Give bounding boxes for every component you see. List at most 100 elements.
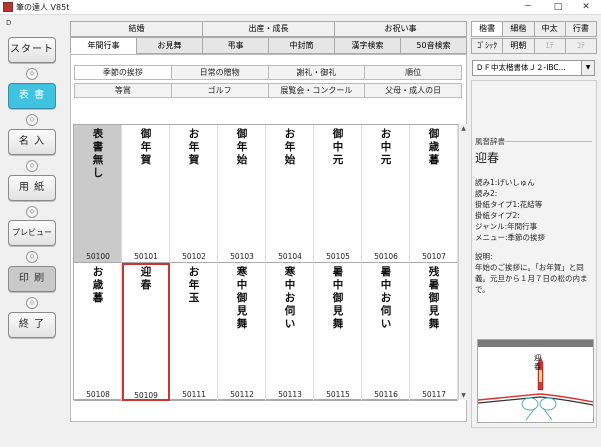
card-item[interactable]: 御 年 始 50103	[218, 125, 266, 263]
info-reading-2: 読み2:	[475, 189, 498, 198]
dictionary-panel: 風習辞書 迎春 読み1:げいしゅん 読み2: 掛紙タイプ1:花結等 掛紙タイプ2…	[471, 80, 597, 428]
info-type-1: 掛紙タイプ1:花結等	[475, 200, 543, 209]
noshi-preview: 迎 春	[477, 339, 594, 423]
divider	[500, 141, 592, 142]
card-label: お 年 賀	[188, 128, 200, 166]
font-style-tabs-2: ｺﾞｼｯｸ 明朝 ｴﾃ ｺﾃ	[471, 38, 597, 54]
filter-row-1: 季節の挨拶 日常の贈物 謝礼・御礼 順位	[74, 65, 462, 80]
card-label: 暑 中 御 見 舞	[332, 266, 344, 330]
card-code: 50107	[422, 252, 446, 261]
left-marker: D	[6, 19, 12, 27]
card-item[interactable]: 御 中 元 50105	[314, 125, 362, 263]
chip-exhibition[interactable]: 展覧会・コンクール	[267, 83, 365, 98]
card-item-selected[interactable]: 迎 春 50109	[122, 263, 170, 401]
card-item[interactable]: 御 歳 暮 50107	[410, 125, 458, 263]
card-code: 50103	[230, 252, 254, 261]
filter-row-2: 等賞 ゴルフ 展覧会・コンクール 父母・成人の日	[74, 83, 462, 98]
preview-text: 迎 春	[534, 354, 541, 371]
maximize-button[interactable]: □	[544, 0, 572, 15]
card-code: 50101	[134, 252, 158, 261]
name-entry-button[interactable]: 名 入	[8, 129, 56, 155]
card-item[interactable]: 暑 中 御 見 舞 50115	[314, 263, 362, 401]
chip-golf[interactable]: ゴルフ	[170, 83, 268, 98]
tab-omimai[interactable]: お見舞	[136, 37, 202, 54]
category-tab[interactable]: 出産・成長	[202, 21, 334, 37]
card-code: 50116	[374, 390, 398, 399]
omotegaki-button[interactable]: 表 書	[8, 83, 56, 109]
dictionary-info: 読み1:げいしゅん 読み2: 掛紙タイプ1:花結等 掛紙タイプ2: ジャンル:年…	[475, 177, 595, 243]
mizuhiki-icon	[478, 356, 593, 421]
card-label: お 年 玉	[188, 266, 200, 304]
tab-gothic[interactable]: ｺﾞｼｯｸ	[471, 38, 503, 54]
tab-inner-envelope[interactable]: 中封筒	[268, 37, 334, 54]
category-tabs: 結婚 出産・成長 お祝い事	[70, 21, 467, 37]
scroll-down-icon[interactable]: ▼	[459, 391, 468, 400]
card-item[interactable]: お 年 玉 50111	[170, 263, 218, 401]
card-label: 暑 中 お 伺 い	[380, 266, 392, 330]
tab-kanji-search[interactable]: 漢字検索	[334, 37, 400, 54]
chip-thanks[interactable]: 謝礼・御礼	[267, 65, 365, 80]
down-arrow-icon: ◇	[26, 206, 38, 218]
close-button[interactable]: ✕	[572, 0, 600, 15]
minimize-button[interactable]: －	[514, 0, 542, 15]
card-label: お 年 始	[284, 128, 296, 166]
exit-button[interactable]: 終 了	[8, 312, 56, 338]
explanation-text: 年始のご挨拶に。「お年賀」と同義。元旦から１月７日の松の内まで。	[475, 263, 588, 294]
info-reading-1: 読み1:げいしゅん	[475, 178, 535, 187]
tab-saikai[interactable]: 細楷	[502, 21, 534, 37]
card-label: 御 年 始	[236, 128, 248, 166]
card-code: 50105	[326, 252, 350, 261]
category-tab[interactable]: お祝い事	[334, 21, 467, 37]
card-item[interactable]: お 歳 暮 50108	[74, 263, 122, 401]
start-button[interactable]: スタート	[8, 37, 56, 63]
card-item[interactable]: 暑 中 お 伺 い 50116	[362, 263, 410, 401]
down-arrow-icon: ◇	[26, 251, 38, 263]
chip-prize[interactable]: 等賞	[74, 83, 171, 98]
vertical-scrollbar[interactable]: ▲ ▼	[458, 124, 467, 400]
card-item[interactable]: 残 暑 御 見 舞 50117	[410, 263, 458, 401]
card-code: 50100	[86, 252, 110, 261]
card-item[interactable]: 寒 中 御 見 舞 50112	[218, 263, 266, 401]
font-select[interactable]: ＤＦ中太楷書体Ｊ２-IBC... ▼	[472, 60, 595, 76]
tab-disabled-2: ｺﾃ	[564, 38, 597, 54]
tab-kaisho[interactable]: 楷書	[471, 21, 503, 37]
dictionary-word: 迎春	[475, 151, 500, 165]
right-panel: 楷書 細楷 中太 行書 ｺﾞｼｯｸ 明朝 ｴﾃ ｺﾃ ＤＦ中太楷書体Ｊ２-IBC…	[471, 18, 597, 428]
card-grid: 表 書 無 し 50100 御 年 賀 50101 お 年 賀 50102 御 …	[73, 124, 459, 401]
chevron-down-icon[interactable]: ▼	[581, 61, 594, 75]
tab-kana-search[interactable]: 50音検索	[400, 37, 467, 54]
tab-gyosho[interactable]: 行書	[564, 21, 597, 37]
status-area	[70, 424, 467, 443]
info-type-2: 掛紙タイプ2:	[475, 211, 520, 220]
tab-disabled-1: ｴﾃ	[533, 38, 565, 54]
tab-condolence[interactable]: 弔事	[202, 37, 268, 54]
paper-button[interactable]: 用 紙	[8, 175, 56, 201]
card-code: 50108	[86, 390, 110, 399]
scroll-up-icon[interactable]: ▲	[459, 124, 468, 133]
category-tab[interactable]: 結婚	[70, 21, 202, 37]
tab-mincho[interactable]: 明朝	[502, 38, 534, 54]
chip-daily-gift[interactable]: 日常の贈物	[170, 65, 268, 80]
chip-seasonal-greeting[interactable]: 季節の挨拶	[74, 65, 171, 80]
card-item[interactable]: お 中 元 50106	[362, 125, 410, 263]
font-select-value: ＤＦ中太楷書体Ｊ２-IBC...	[476, 63, 566, 72]
preview-button[interactable]: プレビュー	[8, 220, 56, 246]
card-item[interactable]: 寒 中 お 伺 い 50113	[266, 263, 314, 401]
card-item[interactable]: お 年 賀 50102	[170, 125, 218, 263]
tab-chubuto[interactable]: 中太	[533, 21, 565, 37]
app-icon	[3, 2, 13, 12]
card-label: 残 暑 御 見 舞	[428, 266, 440, 330]
card-item[interactable]: 御 年 賀 50101	[122, 125, 170, 263]
chip-rank[interactable]: 順位	[364, 65, 462, 80]
chip-parents-adult-day[interactable]: 父母・成人の日	[364, 83, 462, 98]
info-genre: ジャンル:年間行事	[475, 222, 538, 231]
card-item[interactable]: お 年 始 50104	[266, 125, 314, 263]
print-button[interactable]: 印 刷	[8, 266, 56, 292]
card-code: 50115	[326, 390, 350, 399]
tab-annual-events[interactable]: 年間行事	[70, 37, 136, 54]
card-label: お 中 元	[380, 128, 392, 166]
down-arrow-icon: ◇	[26, 297, 38, 309]
explanation-title: 説明:	[475, 252, 493, 261]
down-arrow-icon: ◇	[26, 114, 38, 126]
card-item[interactable]: 表 書 無 し 50100	[74, 125, 122, 263]
